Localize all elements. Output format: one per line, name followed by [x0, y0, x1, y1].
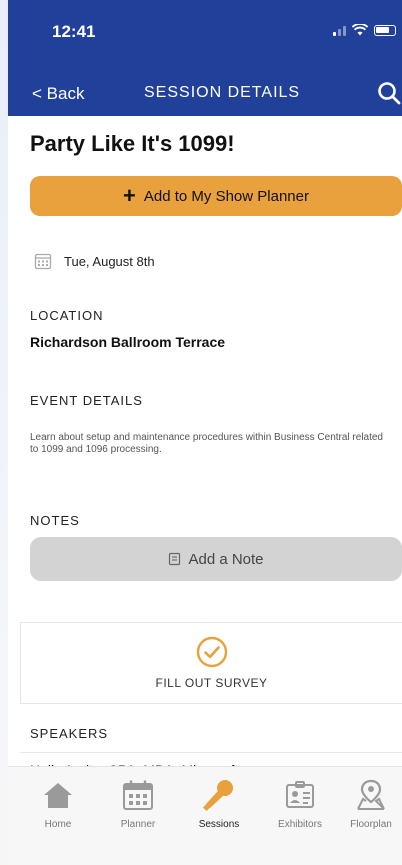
search-icon — [378, 82, 401, 105]
page-title: SESSION DETAILS — [144, 84, 301, 101]
notes-label: NOTES — [30, 513, 80, 528]
speakers-divider — [20, 752, 402, 753]
survey-label: FILL OUT SURVEY — [155, 676, 268, 690]
microphone-icon — [201, 777, 237, 813]
add-to-planner-label: Add to My Show Planner — [143, 187, 309, 205]
tab-label: Floorplan — [350, 819, 392, 830]
tab-floorplan[interactable]: Floorplan — [340, 777, 402, 830]
status-time: 12:41 — [52, 22, 96, 41]
status-icons — [333, 24, 396, 36]
map-pin-icon — [353, 777, 389, 813]
add-to-planner-button[interactable]: + Add to My Show Planner — [30, 176, 402, 216]
event-details-text: Learn about setup and maintenance proced… — [30, 432, 383, 455]
session-title: Party Like It's 1099! — [30, 131, 235, 156]
tab-bar: Home Planner Sessions Exhibitors Floorpl… — [8, 766, 402, 865]
home-icon — [40, 777, 76, 813]
fill-out-survey-button[interactable]: FILL OUT SURVEY — [20, 622, 402, 704]
calendar-icon — [120, 777, 156, 813]
add-note-button[interactable]: Add a Note — [30, 537, 402, 581]
session-date: Tue, August 8th — [64, 253, 155, 269]
battery-icon — [374, 24, 396, 36]
wifi-icon — [352, 24, 368, 36]
tab-planner[interactable]: Planner — [98, 777, 178, 830]
tab-home[interactable]: Home — [18, 777, 98, 830]
app-frame: 12:41 < Back SESSION DETAILS Party Like … — [8, 0, 402, 865]
tab-exhibitors[interactable]: Exhibitors — [260, 777, 340, 830]
tab-sessions[interactable]: Sessions — [179, 777, 259, 830]
speakers-label: SPEAKERS — [30, 726, 109, 741]
signal-icon — [333, 24, 346, 36]
tab-label: Exhibitors — [278, 819, 322, 830]
note-icon — [169, 552, 181, 566]
back-button[interactable]: < Back — [32, 84, 84, 104]
tab-label: Home — [44, 819, 72, 830]
header: 12:41 < Back SESSION DETAILS — [8, 0, 402, 116]
calendar-icon — [34, 253, 52, 270]
event-details-label: EVENT DETAILS — [30, 393, 143, 408]
search-button[interactable] — [376, 80, 402, 106]
add-note-label: Add a Note — [188, 550, 264, 568]
check-circle-icon — [196, 636, 227, 668]
tab-label: Planner — [120, 819, 156, 830]
location-label: LOCATION — [30, 308, 104, 323]
session-date-row: Tue, August 8th — [34, 252, 155, 270]
plus-icon: + — [123, 183, 136, 208]
badge-icon — [282, 777, 318, 813]
session-content: Party Like It's 1099! + Add to My Show P… — [8, 116, 402, 767]
tab-label: Sessions — [198, 819, 240, 830]
location-value: Richardson Ballroom Terrace — [30, 334, 226, 350]
